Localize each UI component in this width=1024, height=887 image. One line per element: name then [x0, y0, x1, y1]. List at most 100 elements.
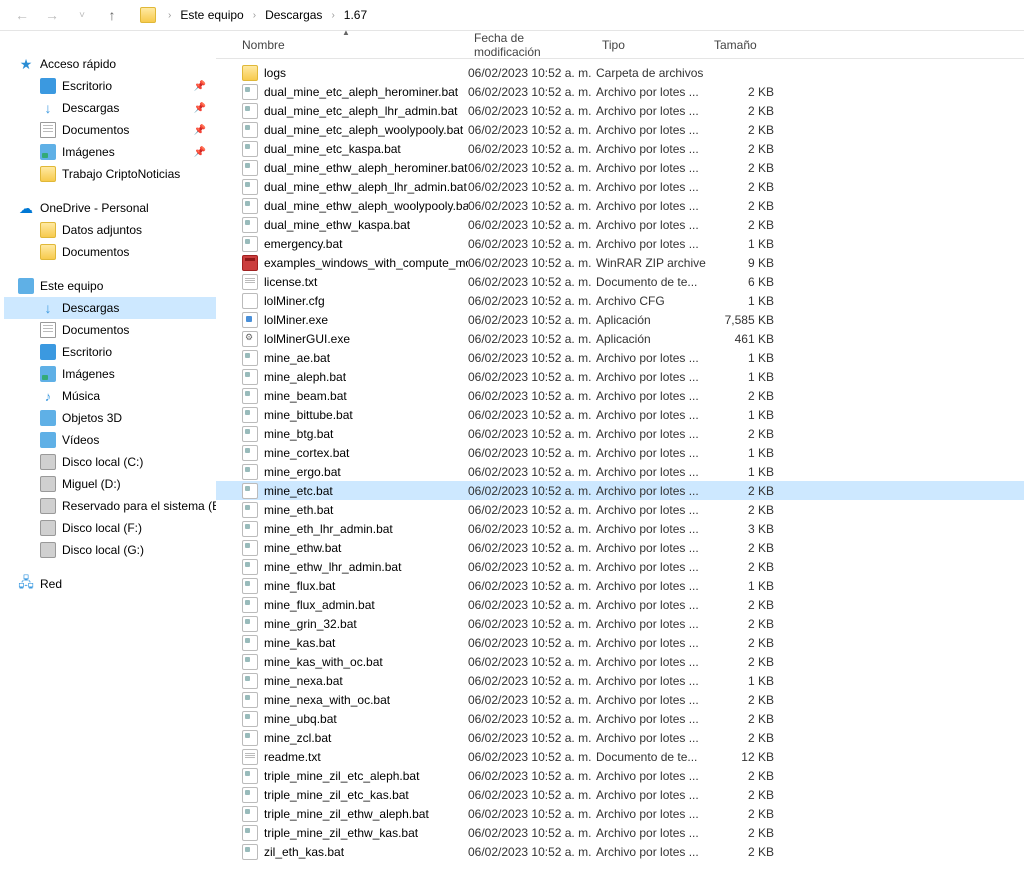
tree-item[interactable]: Documentos: [4, 319, 216, 341]
file-row[interactable]: dual_mine_ethw_aleph_herominer.bat06/02/…: [216, 158, 1024, 177]
back-button[interactable]: ←: [10, 3, 34, 27]
tree-item[interactable]: Imágenes📌: [4, 141, 216, 163]
tree-item[interactable]: ♪Música: [4, 385, 216, 407]
file-name: lolMinerGUI.exe: [264, 332, 350, 346]
file-row[interactable]: triple_mine_zil_etc_kas.bat06/02/2023 10…: [216, 785, 1024, 804]
file-row[interactable]: triple_mine_zil_ethw_aleph.bat06/02/2023…: [216, 804, 1024, 823]
file-size: 9 KB: [708, 256, 784, 270]
file-row[interactable]: mine_beam.bat06/02/2023 10:52 a. m.Archi…: [216, 386, 1024, 405]
tree-item[interactable]: ↓Descargas📌: [4, 97, 216, 119]
documents-icon: [40, 122, 56, 138]
file-row[interactable]: readme.txt06/02/2023 10:52 a. m.Document…: [216, 747, 1024, 766]
tree-item[interactable]: Escritorio📌: [4, 75, 216, 97]
tree-item[interactable]: Disco local (G:): [4, 539, 216, 561]
tree-item[interactable]: Miguel (D:): [4, 473, 216, 495]
drive-icon: [40, 542, 56, 558]
col-size[interactable]: Tamaño: [708, 38, 784, 52]
tree-item[interactable]: Reservado para el sistema (E:): [4, 495, 216, 517]
file-row[interactable]: mine_eth_lhr_admin.bat06/02/2023 10:52 a…: [216, 519, 1024, 538]
file-name-cell: mine_aleph.bat: [224, 369, 468, 385]
file-row[interactable]: mine_nexa.bat06/02/2023 10:52 a. m.Archi…: [216, 671, 1024, 690]
file-row[interactable]: dual_mine_etc_aleph_herominer.bat06/02/2…: [216, 82, 1024, 101]
tree-item[interactable]: Disco local (C:): [4, 451, 216, 473]
batch-file-icon: [242, 844, 258, 860]
file-row[interactable]: mine_btg.bat06/02/2023 10:52 a. m.Archiv…: [216, 424, 1024, 443]
tree-item[interactable]: Trabajo CriptoNoticias: [4, 163, 216, 185]
file-row[interactable]: mine_cortex.bat06/02/2023 10:52 a. m.Arc…: [216, 443, 1024, 462]
up-button[interactable]: ↑: [100, 3, 124, 27]
file-type: Aplicación: [596, 313, 708, 327]
col-type[interactable]: Tipo: [596, 38, 708, 52]
tree-item[interactable]: Documentos: [4, 241, 216, 263]
file-row[interactable]: mine_etc.bat06/02/2023 10:52 a. m.Archiv…: [216, 481, 1024, 500]
file-row[interactable]: mine_eth.bat06/02/2023 10:52 a. m.Archiv…: [216, 500, 1024, 519]
tree-item[interactable]: ↓Descargas: [4, 297, 216, 319]
breadcrumb[interactable]: › Este equipo › Descargas › 1.67: [140, 6, 1014, 24]
file-size: 2 KB: [708, 636, 784, 650]
file-row[interactable]: mine_ergo.bat06/02/2023 10:52 a. m.Archi…: [216, 462, 1024, 481]
file-row[interactable]: dual_mine_ethw_kaspa.bat06/02/2023 10:52…: [216, 215, 1024, 234]
file-row[interactable]: zil_eth_kas.bat06/02/2023 10:52 a. m.Arc…: [216, 842, 1024, 861]
recent-dropdown[interactable]: ˅: [70, 3, 94, 27]
chevron-right-icon[interactable]: ›: [166, 10, 173, 21]
tree-item[interactable]: Documentos📌: [4, 119, 216, 141]
exe-file-icon: [242, 331, 258, 347]
file-size: 2 KB: [708, 826, 784, 840]
file-name-cell: logs: [224, 65, 468, 81]
file-row[interactable]: mine_ethw.bat06/02/2023 10:52 a. m.Archi…: [216, 538, 1024, 557]
file-row[interactable]: mine_ae.bat06/02/2023 10:52 a. m.Archivo…: [216, 348, 1024, 367]
file-row[interactable]: dual_mine_etc_aleph_woolypooly.bat06/02/…: [216, 120, 1024, 139]
col-date[interactable]: Fecha de modificación: [468, 31, 596, 59]
tree-item[interactable]: Escritorio: [4, 341, 216, 363]
file-row[interactable]: mine_bittube.bat06/02/2023 10:52 a. m.Ar…: [216, 405, 1024, 424]
file-row[interactable]: mine_nexa_with_oc.bat06/02/2023 10:52 a.…: [216, 690, 1024, 709]
file-row[interactable]: triple_mine_zil_etc_aleph.bat06/02/2023 …: [216, 766, 1024, 785]
chevron-right-icon[interactable]: ›: [251, 10, 258, 21]
file-row[interactable]: examples_windows_with_compute_mod...06/0…: [216, 253, 1024, 272]
batch-file-icon: [242, 84, 258, 100]
file-row[interactable]: dual_mine_etc_aleph_lhr_admin.bat06/02/2…: [216, 101, 1024, 120]
tree-network[interactable]: 🖧 Red: [4, 573, 216, 595]
forward-button[interactable]: →: [40, 3, 64, 27]
file-row[interactable]: mine_kas_with_oc.bat06/02/2023 10:52 a. …: [216, 652, 1024, 671]
file-row[interactable]: mine_flux.bat06/02/2023 10:52 a. m.Archi…: [216, 576, 1024, 595]
file-row[interactable]: mine_kas.bat06/02/2023 10:52 a. m.Archiv…: [216, 633, 1024, 652]
breadcrumb-item[interactable]: Este equipo: [177, 6, 246, 24]
file-row[interactable]: mine_ubq.bat06/02/2023 10:52 a. m.Archiv…: [216, 709, 1024, 728]
tree-item[interactable]: Imágenes: [4, 363, 216, 385]
chevron-right-icon[interactable]: ›: [329, 10, 336, 21]
batch-file-icon: [242, 521, 258, 537]
file-row[interactable]: lolMiner.exe06/02/2023 10:52 a. m.Aplica…: [216, 310, 1024, 329]
file-size: 2 KB: [708, 807, 784, 821]
tree-onedrive[interactable]: ☁ OneDrive - Personal: [4, 197, 216, 219]
col-name[interactable]: ▲ Nombre: [224, 38, 468, 52]
file-row[interactable]: triple_mine_zil_ethw_kas.bat06/02/2023 1…: [216, 823, 1024, 842]
file-row[interactable]: lolMinerGUI.exe06/02/2023 10:52 a. m.Apl…: [216, 329, 1024, 348]
file-row[interactable]: license.txt06/02/2023 10:52 a. m.Documen…: [216, 272, 1024, 291]
tree-item-label: Documentos: [62, 245, 129, 259]
tree-item[interactable]: Vídeos: [4, 429, 216, 451]
tree-quick-access[interactable]: ★ Acceso rápido: [4, 53, 216, 75]
file-row[interactable]: mine_aleph.bat06/02/2023 10:52 a. m.Arch…: [216, 367, 1024, 386]
breadcrumb-item[interactable]: 1.67: [341, 6, 370, 24]
breadcrumb-item[interactable]: Descargas: [262, 6, 325, 24]
file-row[interactable]: mine_flux_admin.bat06/02/2023 10:52 a. m…: [216, 595, 1024, 614]
file-row[interactable]: dual_mine_etc_kaspa.bat06/02/2023 10:52 …: [216, 139, 1024, 158]
text-file-icon: [242, 274, 258, 290]
tree-this-pc[interactable]: Este equipo: [4, 275, 216, 297]
file-row[interactable]: mine_grin_32.bat06/02/2023 10:52 a. m.Ar…: [216, 614, 1024, 633]
file-name: triple_mine_zil_ethw_kas.bat: [264, 826, 418, 840]
file-list[interactable]: logs06/02/2023 10:52 a. m.Carpeta de arc…: [216, 59, 1024, 887]
objects3d-icon: [40, 410, 56, 426]
file-row[interactable]: mine_zcl.bat06/02/2023 10:52 a. m.Archiv…: [216, 728, 1024, 747]
file-row[interactable]: dual_mine_ethw_aleph_lhr_admin.bat06/02/…: [216, 177, 1024, 196]
file-row[interactable]: lolMiner.cfg06/02/2023 10:52 a. m.Archiv…: [216, 291, 1024, 310]
file-row[interactable]: logs06/02/2023 10:52 a. m.Carpeta de arc…: [216, 63, 1024, 82]
tree-item[interactable]: Datos adjuntos: [4, 219, 216, 241]
file-row[interactable]: emergency.bat06/02/2023 10:52 a. m.Archi…: [216, 234, 1024, 253]
file-row[interactable]: dual_mine_ethw_aleph_woolypooly.bat06/02…: [216, 196, 1024, 215]
tree-item[interactable]: Disco local (F:): [4, 517, 216, 539]
file-row[interactable]: mine_ethw_lhr_admin.bat06/02/2023 10:52 …: [216, 557, 1024, 576]
documents-icon: [40, 322, 56, 338]
tree-item[interactable]: Objetos 3D: [4, 407, 216, 429]
